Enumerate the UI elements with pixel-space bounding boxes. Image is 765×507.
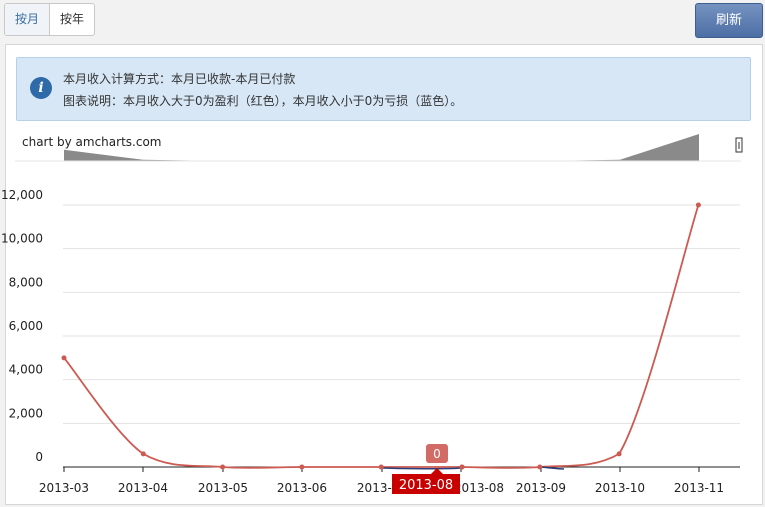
data-point	[695, 202, 701, 208]
data-point	[299, 464, 305, 470]
data-point	[537, 464, 543, 470]
x-tick-label: 2013-09	[516, 481, 566, 495]
x-tick-label: 2013-03	[39, 481, 89, 495]
chart-credit-label: chart by amcharts.com	[22, 135, 161, 149]
x-tick-label: 2013-06	[277, 481, 327, 495]
y-tick-label: 4,000	[9, 363, 43, 377]
y-tick-label: 8,000	[9, 275, 43, 289]
y-tick-label: 12,000	[1, 188, 43, 202]
data-point	[61, 355, 67, 361]
data-point	[378, 464, 384, 470]
data-point	[616, 451, 622, 457]
y-tick-label: 6,000	[9, 319, 43, 333]
cursor-value-label: 0	[433, 447, 441, 461]
income-chart: chart by amcharts.com 0 2,000 4,000 6,000 8,0…	[1, 134, 743, 495]
series-loss-segment	[381, 467, 463, 470]
x-tick-label: 2013-11	[674, 481, 724, 495]
data-point	[459, 464, 465, 470]
y-tick-label: 0	[35, 450, 43, 464]
y-tick-label: 2,000	[9, 406, 43, 420]
x-tick-label: 2013-04	[118, 481, 168, 495]
data-point	[140, 451, 146, 457]
x-tick-label: 2013-10	[595, 481, 645, 495]
x-tick-label: 2013-08	[454, 481, 504, 495]
y-tick-label: 10,000	[1, 232, 43, 246]
cursor-category-label: 2013-08	[399, 478, 453, 493]
data-point	[220, 464, 226, 470]
x-tick-label: 2013-05	[198, 481, 248, 495]
